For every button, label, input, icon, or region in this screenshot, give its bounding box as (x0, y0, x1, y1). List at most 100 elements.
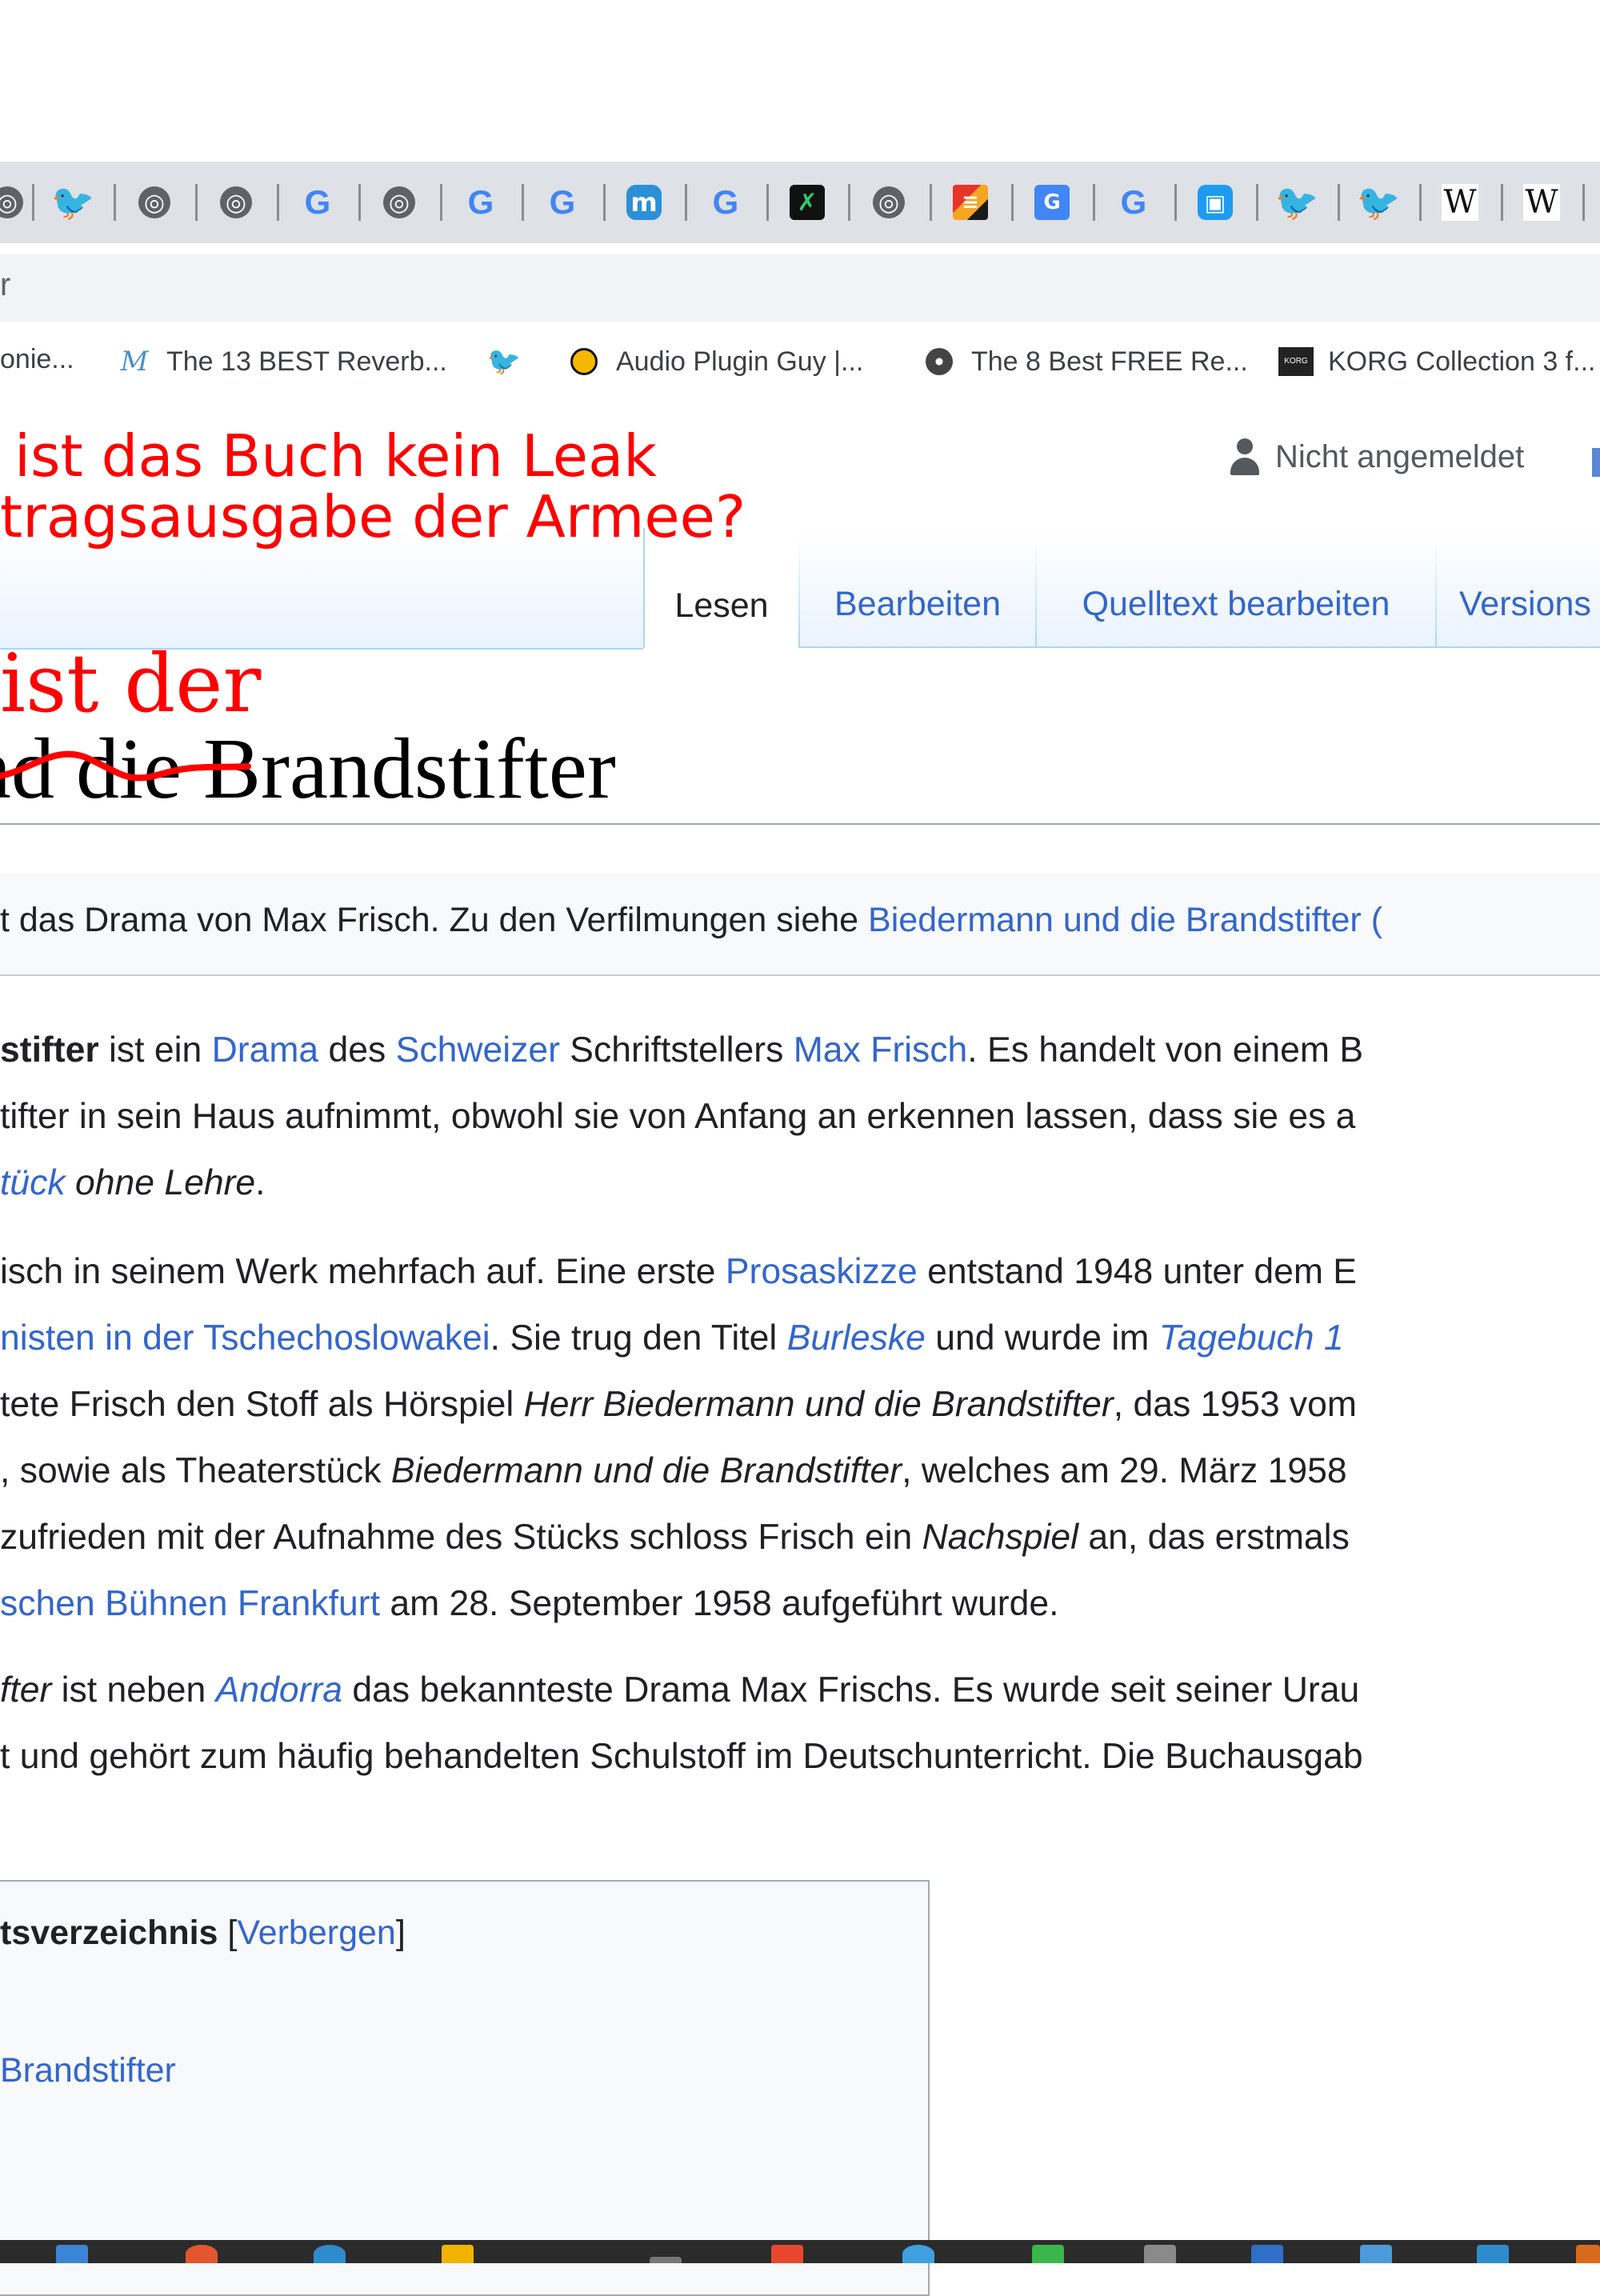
bookmark-item[interactable]: KORG KORG Collection 3 f... (1278, 344, 1595, 379)
text: das bekannteste Drama Max Frischs. Es wu… (342, 1670, 1360, 1710)
user-status-label: Nicht angemeldet (1275, 438, 1525, 474)
user-status[interactable]: Nicht angemeldet (1229, 438, 1524, 475)
annotation-question-line: tragsausgabe der Armee? (0, 483, 746, 550)
text: . (255, 1163, 266, 1202)
bookmark-item[interactable]: The 8 Best FREE Re... (922, 344, 1248, 379)
taskbar-app-icon[interactable] (1360, 2245, 1392, 2263)
app-icon: ≡ (953, 185, 988, 220)
address-bar-text: r (0, 267, 11, 302)
browser-tab[interactable]: m (603, 162, 685, 243)
taskbar-app-icon[interactable] (1144, 2245, 1176, 2263)
browser-tab[interactable]: G (440, 162, 522, 243)
hatnote-text: t das Drama von Max Frisch. Zu den Verfi… (0, 901, 869, 939)
twitter-icon: 🐦 (486, 346, 522, 377)
browser-tab[interactable]: ✗ (766, 162, 848, 243)
google-icon: G (549, 183, 576, 221)
browser-tab[interactable]: G (277, 162, 358, 243)
text: , sowie als Theaterstück (0, 1451, 391, 1490)
hatnote: t das Drama von Max Frisch. Zu den Verfi… (0, 874, 1600, 976)
globe-icon: ◎ (0, 186, 23, 218)
text: , das 1953 vom (1113, 1385, 1357, 1424)
taskbar-app-icon[interactable] (650, 2257, 682, 2263)
bookmark-label: The 13 BEST Reverb... (166, 346, 447, 377)
wikipedia-icon: W (1523, 184, 1560, 221)
globe-icon: ◎ (220, 186, 252, 218)
google-icon: G (304, 183, 331, 221)
twitter-icon: 🐦 (50, 182, 95, 223)
paragraph-line: t und gehört zum häufig behandelten Schu… (0, 1737, 1363, 1776)
bookmark-item[interactable]: M The 13 BEST Reverb... (117, 344, 447, 379)
link-max-frisch[interactable]: Max Frisch (794, 1030, 968, 1070)
taskbar-app-icon[interactable] (1251, 2245, 1283, 2263)
link-buehnen-frankfurt[interactable]: schen Bühnen Frankfurt (0, 1584, 380, 1623)
discussion-link-edge[interactable] (1592, 448, 1600, 477)
taskbar-app-icon[interactable] (186, 2245, 218, 2263)
google-icon: G (712, 183, 739, 221)
browser-tab[interactable]: ◎ (358, 162, 440, 243)
text: und wurde im (925, 1318, 1159, 1358)
strikethrough-scribble (0, 750, 251, 782)
browser-tab[interactable]: ◎ (195, 162, 277, 243)
text: . Sie trug den Titel (490, 1318, 787, 1358)
bracket: [ (218, 1914, 238, 1952)
taskbar-app-icon[interactable] (902, 2245, 934, 2263)
paragraph-line: zufrieden mit der Aufnahme des Stücks sc… (0, 1518, 1350, 1558)
browser-tab[interactable]: G (1093, 162, 1174, 243)
browser-tab[interactable]: W (1419, 162, 1501, 243)
browser-tab[interactable]: 🐦 (1338, 162, 1419, 243)
taskbar-app-icon[interactable] (1477, 2245, 1509, 2263)
taskbar-app-icon[interactable] (314, 2245, 346, 2263)
bookmark-item[interactable]: Audio Plugin Guy |... (566, 344, 863, 379)
taskbar-app-icon[interactable] (442, 2245, 474, 2263)
bookmark-item[interactable]: 🐦 (486, 344, 522, 379)
taskbar-app-icon[interactable] (56, 2245, 88, 2263)
browser-tab[interactable]: ◎ (848, 162, 930, 243)
paragraph-line: nisten in der Tschechoslowakei. Sie trug… (0, 1318, 1344, 1358)
link-drama[interactable]: Drama (212, 1030, 319, 1070)
link-prosaskizze[interactable]: Prosaskizze (726, 1252, 918, 1291)
bookmark-item[interactable]: onie... (0, 344, 74, 375)
paragraph-line: fter ist neben Andorra das bekannteste D… (0, 1670, 1359, 1710)
link-kommunisten[interactable]: nisten in der Tschechoslowakei (0, 1318, 490, 1358)
toc-toggle-button[interactable]: Verbergen (237, 1914, 395, 1952)
link-schweizer[interactable]: Schweizer (396, 1030, 560, 1070)
link-burleske[interactable]: Burleske (787, 1318, 926, 1358)
text: an, das erstmals (1078, 1518, 1350, 1557)
text: entstand 1948 unter dem E (917, 1252, 1357, 1291)
browser-tab[interactable]: 🐦 (1256, 162, 1338, 243)
taskbar-app-icon[interactable] (771, 2245, 803, 2263)
italic-text: ohne Lehre (65, 1163, 256, 1202)
tab-history[interactable]: Versions (1437, 528, 1600, 648)
tab-edit-source[interactable]: Quelltext bearbeiten (1037, 528, 1435, 648)
title-divider (0, 823, 1600, 825)
text: ist neben (51, 1670, 216, 1710)
text: , welches am 29. März 1958 (902, 1451, 1347, 1490)
browser-tab[interactable]: ▣ (1174, 162, 1256, 243)
link-lehrstueck[interactable]: tück (0, 1163, 66, 1202)
italic-text: fter (0, 1670, 52, 1710)
text: . Es handelt von einem B (967, 1030, 1364, 1070)
tab-edit[interactable]: Bearbeiten (800, 528, 1035, 648)
browser-tab[interactable]: G (1011, 162, 1093, 243)
italic-text: Biedermann und die Brandstifter (390, 1451, 902, 1490)
hatnote-link[interactable]: Biedermann und die Brandstifter ( (868, 901, 1382, 939)
text: ist ein (98, 1030, 212, 1070)
paragraph-line: , sowie als Theaterstück Biedermann und … (0, 1451, 1347, 1491)
taskbar-app-icon[interactable] (1032, 2245, 1064, 2263)
link-tagebuch[interactable]: Tagebuch 1 (1159, 1318, 1344, 1358)
address-bar[interactable]: r (0, 254, 1600, 322)
text: Schriftstellers (559, 1030, 794, 1070)
browser-tab[interactable]: ≡ (930, 162, 1011, 243)
browser-tab[interactable]: 🐦 (32, 162, 114, 243)
paragraph-line: tete Frisch den Stoff als Hörspiel Herr … (0, 1385, 1357, 1425)
browser-tab[interactable]: G (522, 162, 603, 243)
google-icon: G (467, 183, 494, 221)
bookmark-label: onie... (0, 344, 74, 374)
link-andorra[interactable]: Andorra (216, 1670, 342, 1710)
taskbar-app-icon[interactable] (1576, 2245, 1600, 2263)
browser-tab[interactable]: G (685, 162, 766, 243)
toc-item[interactable]: Brandstifter (0, 2051, 176, 2090)
browser-tab[interactable]: W (1501, 162, 1582, 243)
text: zufrieden mit der Aufnahme des Stücks sc… (0, 1518, 922, 1557)
browser-tab[interactable]: ◎ (114, 162, 195, 243)
